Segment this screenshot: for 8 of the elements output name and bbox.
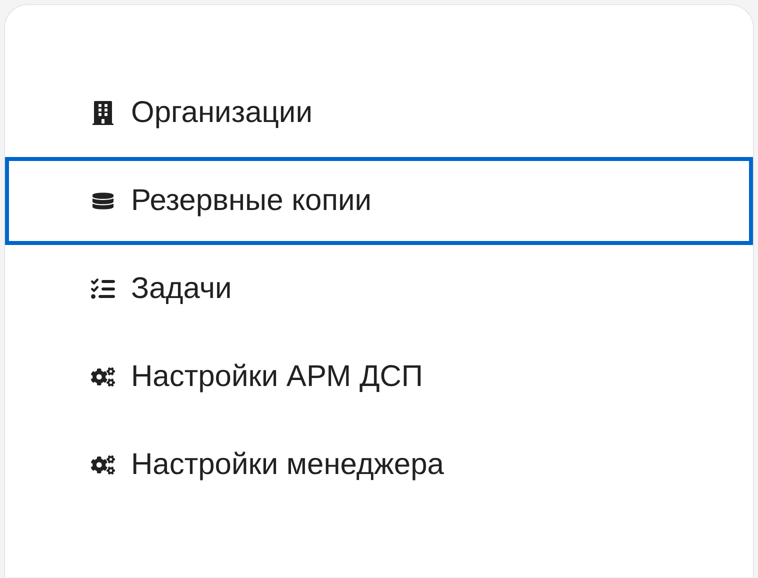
- menu-item[interactable]: Настройки менеджера: [5, 421, 753, 509]
- menu-item[interactable]: Организации: [5, 69, 753, 157]
- checklist-icon: [89, 277, 117, 301]
- gears-icon: [89, 453, 117, 477]
- menu-item[interactable]: Задачи: [5, 245, 753, 333]
- menu-item[interactable]: Настройки АРМ ДСП: [5, 333, 753, 421]
- menu-item[interactable]: Резервные копии: [5, 157, 753, 245]
- gears-icon: [89, 365, 117, 389]
